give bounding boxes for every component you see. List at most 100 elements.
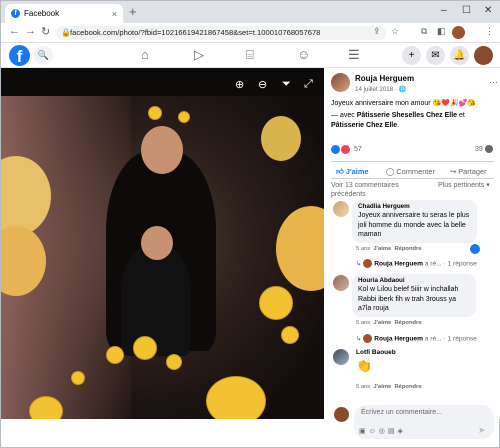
close-window-button[interactable]: ✕	[484, 5, 492, 16]
forward-icon[interactable]: →	[25, 25, 36, 37]
reply-count: · 1 réponse	[443, 260, 477, 268]
sidebar-icon[interactable]: ◧	[437, 26, 446, 37]
comment-avatar[interactable]	[333, 201, 349, 217]
post-photo	[1, 96, 324, 419]
share-icon: ↪	[450, 167, 459, 176]
comment-count-text: 39	[475, 145, 483, 153]
menu-icon[interactable]: ☰	[348, 47, 360, 63]
marketplace-icon[interactable]: ⌸	[246, 47, 254, 63]
photo-viewer: ⊕ ⊖ ⏷ ⤢	[1, 68, 324, 419]
with-end: .	[397, 122, 400, 129]
comment-actions: 5 ans J'aime Répondre	[356, 384, 422, 390]
comment-reply-link[interactable]: Répondre	[394, 246, 421, 252]
browser-window: f Facebook × + – ☐ ✕ ← → ↻ 🔒 facebook.co…	[0, 0, 500, 448]
reply-preview[interactable]: ↳ Rouja Herguem a ré... · 1 réponse	[356, 334, 500, 343]
new-tab-button[interactable]: +	[129, 4, 137, 19]
comment-like-reaction-icon	[470, 244, 480, 254]
notifications-icon[interactable]: 🔔	[450, 46, 469, 65]
groups-icon[interactable]: ☺	[297, 47, 310, 62]
zoom-in-icon[interactable]: ⊕	[235, 78, 244, 91]
fullscreen-icon[interactable]: ⤢	[304, 78, 313, 91]
tagged-page-2[interactable]: Pâtisserie Chez Elle	[331, 122, 397, 129]
tab-close-icon[interactable]: ×	[112, 9, 117, 19]
post-author[interactable]: Rouja Herguem	[355, 74, 414, 83]
sort-comments-dropdown[interactable]: Plus pertinents ▾	[438, 181, 498, 190]
comment-input[interactable]: Écrivez un commentaire...	[361, 409, 442, 416]
post-tagged-pages: — avec Pâtisserie Sheselles Chez Elle et…	[331, 111, 491, 131]
reply-arrow-icon: ↳	[356, 260, 364, 268]
comment-avatar[interactable]	[333, 349, 349, 365]
profile-avatar-icon[interactable]	[452, 26, 465, 39]
share-page-icon[interactable]: ⇪	[373, 26, 381, 37]
reply-snippet: a ré...	[424, 260, 442, 268]
account-icon[interactable]	[474, 46, 493, 65]
post-caption: Joyeux anniversaire mon amour 😘❤️🎉💕😘	[331, 100, 477, 107]
comment-time[interactable]: 5 ans	[356, 320, 370, 326]
more-options-icon[interactable]: ···	[489, 77, 498, 87]
like-label: J'aime	[345, 167, 369, 176]
send-icon[interactable]: ➤	[478, 425, 486, 436]
author-avatar[interactable]	[331, 73, 350, 92]
comment-button[interactable]: ◯ Commenter	[386, 167, 435, 176]
comment-author[interactable]: Chadlia Herguem	[358, 203, 471, 210]
reply-avatar	[363, 334, 373, 343]
facebook-favicon-icon: f	[11, 9, 20, 18]
reply-author: Rouja Herguem	[374, 260, 423, 268]
comment-reply-link[interactable]: Répondre	[394, 384, 421, 390]
view-previous-comments[interactable]: Voir 13 commentaires précédents	[331, 181, 431, 199]
composer-avatar	[334, 407, 349, 422]
tab-facebook[interactable]: f Facebook ×	[5, 4, 123, 23]
lock-icon: 🔒	[61, 28, 71, 37]
search-icon[interactable]: 🔍	[34, 46, 53, 65]
post-date-text[interactable]: 14 juillet 2018 ·	[355, 86, 399, 93]
sticker2-icon[interactable]: ◈	[398, 428, 406, 435]
zoom-out-icon[interactable]: ⊖	[258, 78, 267, 91]
comment-avatar[interactable]	[333, 275, 349, 291]
comment-time[interactable]: 5 ans	[356, 384, 370, 390]
comment-time[interactable]: 5 ans	[356, 246, 370, 252]
facebook-header: f 🔍 ⌂ ▷ ⌸ ☺ ☰ + ✉ 🔔	[1, 43, 500, 68]
share-button[interactable]: ↪ Partager	[450, 167, 487, 176]
minimize-button[interactable]: –	[441, 5, 447, 16]
reply-author: Rouja Herguem	[374, 335, 423, 343]
home-icon[interactable]: ⌂	[141, 47, 149, 62]
reply-count: · 1 réponse	[443, 335, 477, 343]
comment-like-link[interactable]: J'aime	[373, 320, 391, 326]
camera-icon[interactable]: ◎	[379, 428, 388, 435]
gif-icon[interactable]: ▤	[388, 428, 398, 435]
comment-composer[interactable]: Écrivez un commentaire... ▣☺◎▤◈ ➤	[354, 405, 494, 439]
reply-preview[interactable]: ↳ Rouja Herguem a ré... · 1 réponse	[356, 259, 500, 268]
like-button[interactable]: 👍︎ J'aime	[336, 167, 369, 176]
comment-author[interactable]: Lotfi Baoueb	[356, 349, 396, 356]
watch-icon[interactable]: ▷	[194, 47, 204, 63]
url-field[interactable]: 🔒 facebook.com/photo/?fbid=1021661942186…	[56, 26, 386, 40]
comment-count[interactable]: 39	[475, 145, 493, 153]
messenger-icon[interactable]: ✉	[426, 46, 445, 65]
back-icon[interactable]: ←	[9, 25, 20, 37]
maximize-button[interactable]: ☐	[462, 5, 471, 16]
create-icon[interactable]: +	[402, 46, 421, 65]
address-bar: ← → ↻ 🔒 facebook.com/photo/?fbid=1021661…	[1, 23, 500, 43]
comment-reply-link[interactable]: Répondre	[394, 320, 421, 326]
comment-author[interactable]: Houria Abdaoui	[358, 277, 470, 284]
tagged-page-1[interactable]: Pâtisserie Sheselles Chez Elle	[357, 112, 457, 119]
comment-like-link[interactable]: J'aime	[373, 384, 391, 390]
comment-icon: ◯	[386, 167, 397, 176]
reactions-summary[interactable]: 57	[331, 145, 362, 154]
comment-bubble-icon	[484, 145, 493, 153]
comment-bubble: Houria Abdaoui Kol w Lilou belef 5iiir w…	[352, 274, 476, 317]
emoji-icon[interactable]: ☺	[369, 428, 379, 435]
tag-icon[interactable]: ⏷	[282, 78, 291, 91]
reload-icon[interactable]: ↻	[41, 25, 50, 38]
comment-bubble: Chadlia Herguem Joyeux anniversaire tu s…	[352, 200, 477, 243]
comment-label: Commenter	[396, 167, 435, 176]
bookmark-star-icon[interactable]: ☆	[391, 26, 399, 37]
composer-icons: ▣☺◎▤◈	[359, 427, 406, 435]
like-reaction-icon	[331, 145, 340, 154]
browser-menu-icon[interactable]: ⋮	[485, 26, 494, 37]
comment-like-link[interactable]: J'aime	[373, 246, 391, 252]
extensions-icon[interactable]: ⧉	[421, 26, 427, 37]
facebook-logo[interactable]: f	[9, 45, 30, 66]
comment-actions: 5 ans J'aime Répondre	[356, 320, 422, 326]
sticker-icon[interactable]: ▣	[359, 428, 369, 435]
